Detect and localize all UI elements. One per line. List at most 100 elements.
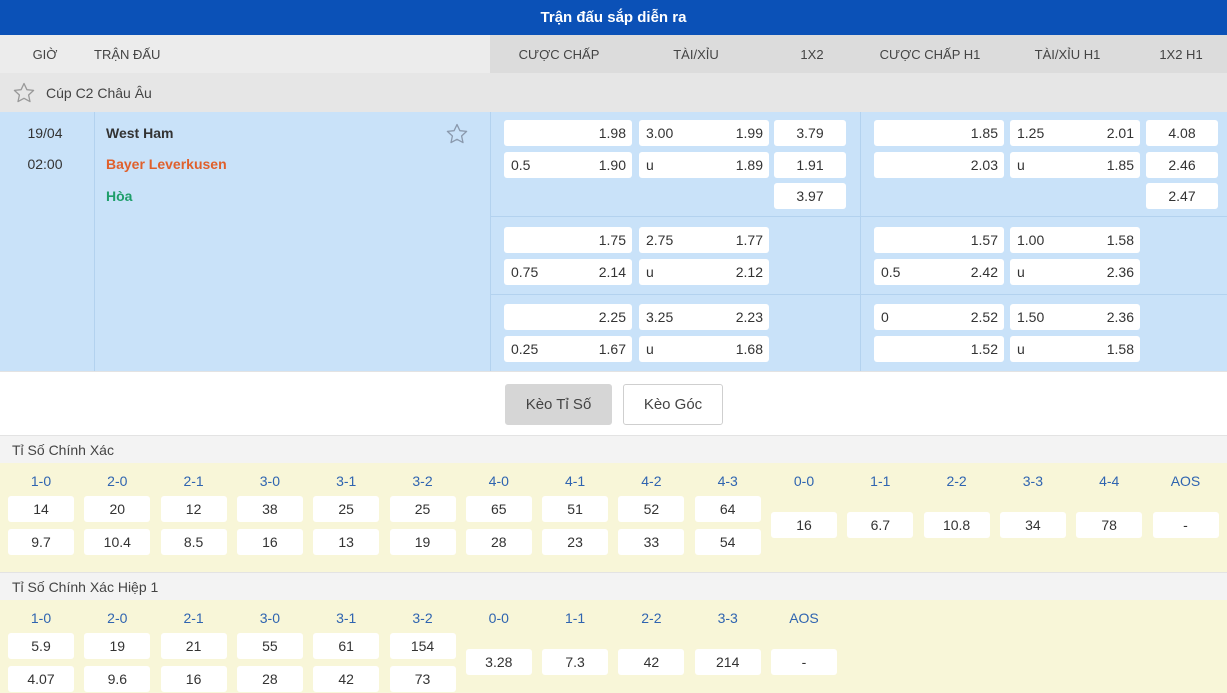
score-odds-cell[interactable]: 8.5 — [160, 529, 227, 555]
score-odds-cell[interactable]: 21 — [160, 633, 227, 659]
score-odds-cell[interactable]: 25 — [389, 496, 456, 522]
score-odds-cell[interactable]: 9.6 — [84, 666, 151, 692]
odds-cell[interactable]: 3.97 — [774, 183, 846, 209]
page-title: Trận đấu sắp diễn ra — [0, 0, 1227, 35]
score-odds-cell[interactable]: 16 — [771, 512, 837, 538]
score-label: 3-2 — [412, 473, 433, 489]
score-odds-cell[interactable]: 13 — [313, 529, 380, 555]
odds-cell[interactable]: 2.46 — [1146, 152, 1218, 178]
score-odds-cell[interactable]: 4.07 — [8, 666, 74, 692]
score-odds-cell[interactable]: 7.3 — [542, 649, 609, 675]
score-odds-cell[interactable]: 65 — [465, 496, 532, 522]
score-odds-cell[interactable]: 5.9 — [8, 633, 74, 659]
score-label: AOS — [1170, 473, 1201, 489]
odds-cell[interactable]: 2.03 — [874, 152, 1004, 178]
score-odds-cell[interactable]: 52 — [618, 496, 685, 522]
score-odds-cell[interactable]: 33 — [618, 529, 685, 555]
score-odds-cell[interactable]: 16 — [160, 666, 227, 692]
odds-cell[interactable]: 1.25 2.01 — [1010, 120, 1140, 146]
odds-cell[interactable]: u 1.89 — [639, 152, 769, 178]
score-odds-cell[interactable]: 10.4 — [84, 529, 151, 555]
score-odds-cell[interactable]: 34 — [999, 512, 1066, 538]
odds-cell[interactable]: 1.00 1.58 — [1010, 227, 1140, 253]
tab-corners[interactable]: Kèo Góc — [623, 384, 723, 425]
score-odds-cell[interactable]: 154 — [389, 633, 456, 659]
odds-cell[interactable]: 3.00 1.99 — [639, 120, 769, 146]
score-odds-cell[interactable]: 3.28 — [465, 649, 532, 675]
odds-cell[interactable]: 0.5 2.42 — [874, 259, 1004, 285]
odds-cell[interactable]: 1.57 — [874, 227, 1004, 253]
star-outline-icon[interactable] — [12, 81, 36, 105]
header-1x2-h1: 1X2 H1 — [1135, 35, 1227, 73]
score-odds-cell[interactable]: 20 — [84, 496, 151, 522]
score-odds-cell[interactable]: 12 — [160, 496, 227, 522]
score-odds-cell[interactable]: 28 — [465, 529, 532, 555]
draw-label: Hòa — [106, 188, 133, 204]
score-odds-cell[interactable]: 25 — [313, 496, 380, 522]
odds-cell[interactable]: u 1.68 — [639, 336, 769, 362]
odds-cell[interactable]: u 1.85 — [1010, 152, 1140, 178]
score-odds-cell[interactable]: 54 — [694, 529, 761, 555]
odds-cell[interactable]: 0.25 1.67 — [504, 336, 632, 362]
score-odds-cell[interactable]: 10.8 — [923, 512, 990, 538]
score-odds-cell[interactable]: - — [771, 649, 837, 675]
score-label: 1-0 — [30, 610, 52, 626]
score-odds-cell[interactable]: 38 — [236, 496, 303, 522]
star-outline-icon[interactable] — [445, 122, 469, 146]
odds-cell[interactable]: 2.25 — [504, 304, 632, 330]
score-label: 2-1 — [183, 473, 204, 489]
score-odds-cell[interactable]: 64 — [694, 496, 761, 522]
score-label: 4-1 — [564, 473, 586, 489]
score-odds-cell[interactable]: 61 — [313, 633, 380, 659]
tab-exact-score[interactable]: Kèo Tỉ Số — [505, 384, 612, 425]
odds-cell[interactable]: 0.5 1.90 — [504, 152, 632, 178]
score-odds-cell[interactable]: 9.7 — [8, 529, 74, 555]
score-odds-cell[interactable]: 6.7 — [847, 512, 914, 538]
odds-cell[interactable]: 1.52 — [874, 336, 1004, 362]
header-handicap-h1: CƯỢC CHẤP H1 — [860, 35, 1000, 73]
score-label: 0-0 — [488, 610, 509, 626]
header-handicap: CƯỢC CHẤP — [490, 35, 628, 73]
score-label: 1-0 — [30, 473, 52, 489]
score-odds-cell[interactable]: 73 — [389, 666, 456, 692]
header-over-under: TÀI/XỈU — [628, 35, 764, 73]
score-odds-cell[interactable]: 42 — [618, 649, 685, 675]
score-odds-cell[interactable]: 16 — [236, 529, 303, 555]
odds-cell[interactable]: 1.75 — [504, 227, 632, 253]
home-team[interactable]: West Ham — [106, 125, 173, 141]
score-label: AOS — [789, 610, 819, 626]
score-odds-cell[interactable]: 23 — [542, 529, 609, 555]
score-odds-cell[interactable]: 28 — [236, 666, 303, 692]
odds-cell[interactable]: 3.79 — [774, 120, 846, 146]
score-label: 1-1 — [870, 473, 891, 489]
odds-cell[interactable]: 4.08 — [1146, 120, 1218, 146]
odds-cell[interactable]: 1.85 — [874, 120, 1004, 146]
score-odds-cell[interactable]: 55 — [236, 633, 303, 659]
odds-cell[interactable]: 1.91 — [774, 152, 846, 178]
score-odds-cell[interactable]: - — [1152, 512, 1219, 538]
score-label: 4-3 — [717, 473, 738, 489]
score-odds-cell[interactable]: 14 — [8, 496, 74, 522]
odds-cell[interactable]: u 2.12 — [639, 259, 769, 285]
score-odds-cell[interactable]: 51 — [542, 496, 609, 522]
score-odds-cell[interactable]: 19 — [389, 529, 456, 555]
away-team[interactable]: Bayer Leverkusen — [106, 156, 227, 172]
exact-score-h1-area: 1-0 5.9 4.07 2-0 19 9.6 2-1 21 16 3-0 55 28 3-1 61 42 3… — [0, 600, 1227, 693]
score-label: 3-1 — [336, 473, 357, 489]
header-match: TRẬN ĐẤU — [90, 35, 490, 73]
score-odds-cell[interactable]: 78 — [1076, 512, 1143, 538]
score-odds-cell[interactable]: 214 — [694, 649, 761, 675]
score-odds-cell[interactable]: 42 — [313, 666, 380, 692]
odds-cell[interactable]: 2.47 — [1146, 183, 1218, 209]
odds-cell[interactable]: u 2.36 — [1010, 259, 1140, 285]
odds-cell[interactable]: 0 2.52 — [874, 304, 1004, 330]
odds-cell[interactable]: 2.75 1.77 — [639, 227, 769, 253]
odds-cell[interactable]: 1.50 2.36 — [1010, 304, 1140, 330]
league-row: Cúp C2 Châu Âu — [0, 73, 1227, 112]
odds-cell[interactable]: 0.75 2.14 — [504, 259, 632, 285]
score-label: 3-3 — [1022, 473, 1043, 489]
odds-cell[interactable]: 1.98 — [504, 120, 632, 146]
score-odds-cell[interactable]: 19 — [84, 633, 151, 659]
odds-cell[interactable]: 3.25 2.23 — [639, 304, 769, 330]
odds-cell[interactable]: u 1.58 — [1010, 336, 1140, 362]
